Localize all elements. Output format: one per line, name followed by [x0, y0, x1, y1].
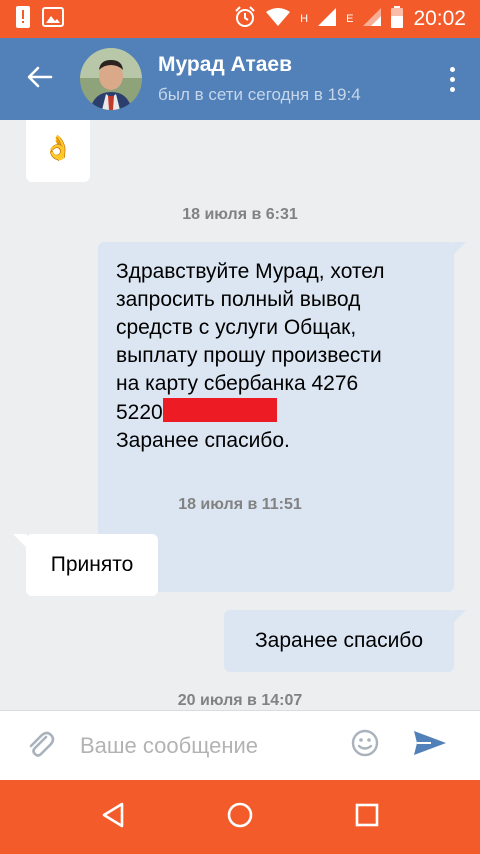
- ok-hand-emoji: 👌: [43, 135, 73, 162]
- message-composer: [0, 710, 480, 780]
- outgoing-message[interactable]: Заранее спасибо: [224, 610, 454, 672]
- message-text: Заранее спасибо: [255, 629, 423, 652]
- signal-icon-2: [363, 7, 382, 31]
- attach-button[interactable]: [0, 711, 80, 781]
- message-line: 5220: [116, 398, 436, 427]
- message-line: Здравствуйте Мурад, хотел: [116, 260, 385, 283]
- network-type-label: H: [300, 13, 309, 25]
- circle-home-icon: [226, 801, 254, 834]
- avatar[interactable]: [80, 48, 142, 110]
- square-recents-icon: [354, 802, 380, 833]
- system-navigation-bar: [0, 780, 480, 854]
- clock: 20:02: [413, 7, 466, 30]
- chat-header: Мурад Атаев был в сети сегодня в 19:4: [0, 38, 480, 120]
- warning-notification-icon: [16, 5, 30, 33]
- message-line: средств с услуги Общак,: [116, 316, 357, 339]
- nav-recents-button[interactable]: [337, 787, 397, 847]
- alarm-icon: [234, 5, 256, 33]
- message-input[interactable]: [80, 732, 335, 759]
- bubble-tail: [13, 534, 27, 548]
- contact-info[interactable]: Мурад Атаев был в сети сегодня в 19:4: [158, 52, 396, 106]
- bubble-tail: [452, 610, 466, 624]
- bubble-tail: [452, 242, 466, 256]
- date-separator: 18 июля в 11:51: [178, 496, 302, 513]
- more-vertical-icon: [449, 66, 455, 72]
- incoming-message[interactable]: Принято: [26, 534, 158, 596]
- last-seen-status: был в сети сегодня в 19:4: [158, 85, 361, 104]
- back-button[interactable]: [0, 38, 80, 120]
- arrow-left-icon: [27, 66, 53, 93]
- message-list[interactable]: 👌 18 июля в 6:31 Здравствуйте Мурад, хот…: [0, 120, 480, 710]
- date-separator: 20 июля в 14:07: [177, 692, 303, 709]
- emoji-button[interactable]: [335, 711, 395, 781]
- smiley-icon: [350, 728, 380, 763]
- battery-icon: [391, 5, 404, 33]
- signal-icon-1: [318, 7, 337, 31]
- triangle-back-icon: [100, 801, 126, 834]
- more-options-button[interactable]: [434, 49, 470, 109]
- message-line: на карту сбербанка 4276: [116, 372, 359, 395]
- more-dot: [449, 86, 455, 92]
- contact-name: Мурад Атаев: [158, 53, 293, 76]
- paperclip-icon: [25, 728, 55, 763]
- nav-home-button[interactable]: [210, 787, 270, 847]
- image-notification-icon: [42, 6, 64, 32]
- card-number-prefix: 5220: [116, 401, 163, 424]
- date-separator: 18 июля в 6:31: [182, 206, 298, 223]
- message-line: запросить полный вывод: [116, 288, 361, 311]
- send-button[interactable]: [395, 711, 465, 781]
- more-dot: [449, 76, 455, 82]
- status-bar: H E 20:02: [0, 0, 480, 38]
- send-icon: [413, 729, 447, 762]
- network-type-label-2: E: [346, 13, 354, 25]
- message-line: выплату прошу произвести: [116, 344, 382, 367]
- nav-back-button[interactable]: [83, 787, 143, 847]
- redaction-box: [162, 398, 277, 422]
- wifi-icon: [266, 7, 291, 31]
- message-line: Заранее спасибо.: [116, 429, 290, 452]
- incoming-message[interactable]: 👌: [26, 120, 90, 182]
- message-text: Принято: [50, 553, 134, 576]
